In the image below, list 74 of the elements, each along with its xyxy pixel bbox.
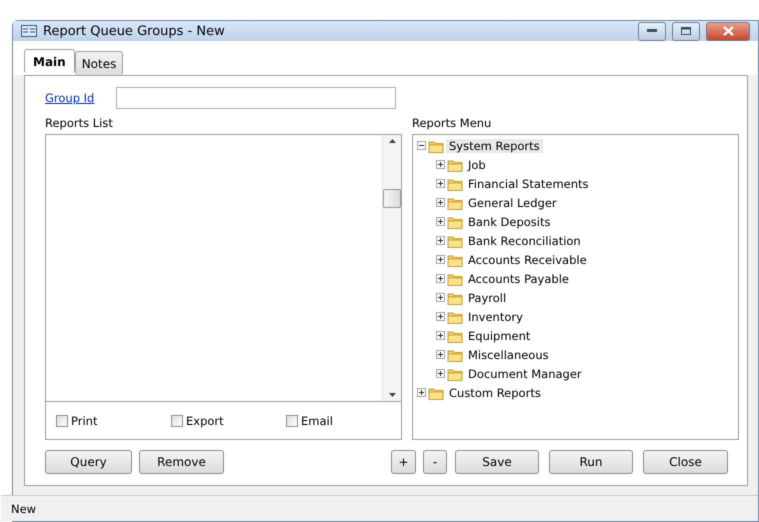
checkbox[interactable] [171,414,183,426]
folder-icon [447,158,463,172]
maximize-button[interactable] [672,22,700,40]
checkbox[interactable] [56,414,68,426]
expand-icon[interactable] [436,350,445,359]
tree-item[interactable]: General Ledger [465,196,560,210]
tab[interactable]: Notes [74,51,124,75]
folder-icon [447,252,463,266]
checkbox-label: Email [301,414,333,428]
reports-menu-label: Reports Menu [412,116,492,130]
action-button[interactable]: Query [45,450,132,474]
tree-item[interactable]: Job [465,158,489,172]
minimize-icon [647,29,657,33]
folder-icon [447,272,463,286]
scrollbar[interactable] [382,135,401,401]
folder-icon [447,196,463,210]
folder-icon [447,214,463,228]
tab[interactable]: Main [24,49,75,73]
tree-item[interactable]: Accounts Receivable [465,252,590,266]
action-button[interactable]: Run [549,450,633,474]
reports-list-label: Reports List [45,116,114,130]
tree-item[interactable]: Bank Deposits [465,214,554,228]
folder-icon [447,176,463,190]
action-button[interactable]: + [391,450,416,474]
maximize-icon [681,27,691,35]
status-text: New [11,502,36,516]
action-button[interactable]: Close [643,450,728,474]
folder-icon [447,366,463,380]
expand-icon[interactable] [436,236,445,245]
folder-icon [447,310,463,324]
collapse-icon[interactable] [417,141,426,150]
action-button[interactable]: Save [455,450,539,474]
folder-icon [447,328,463,342]
expand-icon[interactable] [436,274,445,283]
close-window-button[interactable] [706,22,750,40]
expand-icon[interactable] [436,160,445,169]
group-id-field[interactable] [116,87,396,109]
folder-icon [428,138,444,152]
expand-icon[interactable] [436,312,445,321]
checkbox-label: Export [186,414,224,428]
tree-item[interactable]: Financial Statements [465,176,592,190]
expand-icon[interactable] [436,293,445,302]
tree-item[interactable]: Payroll [465,290,510,304]
window-icon [21,25,37,37]
window-title: Report Queue Groups - New [43,24,226,38]
expand-icon[interactable] [436,179,445,188]
expand-icon[interactable] [436,255,445,264]
group-id-link[interactable]: Group Id [45,91,94,105]
tree-item[interactable]: Accounts Payable [465,272,572,286]
tree-item[interactable]: Miscellaneous [465,348,552,362]
expand-icon[interactable] [436,217,445,226]
folder-icon [447,290,463,304]
scroll-thumb[interactable] [383,188,401,208]
expand-icon[interactable] [436,198,445,207]
tree-item[interactable]: System Reports [446,138,543,152]
expand-icon[interactable] [417,388,426,397]
minimize-button[interactable] [638,22,666,40]
folder-icon [428,386,444,400]
action-button[interactable]: Remove [139,450,224,474]
folder-icon [447,348,463,362]
expand-icon[interactable] [436,369,445,378]
scroll-up-icon[interactable] [388,139,396,143]
expand-icon[interactable] [436,331,445,340]
scroll-down-icon[interactable] [388,393,396,397]
folder-icon [447,234,463,248]
tree-item[interactable]: Equipment [465,328,534,342]
tree-item[interactable]: Bank Reconciliation [465,234,584,248]
checkbox-label: Print [71,414,98,428]
checkbox[interactable] [286,414,298,426]
tree-item[interactable]: Custom Reports [446,386,544,400]
close-icon [722,26,734,36]
action-button[interactable]: - [423,450,447,474]
tree-item[interactable]: Inventory [465,310,526,324]
tree-item[interactable]: Document Manager [465,366,585,380]
